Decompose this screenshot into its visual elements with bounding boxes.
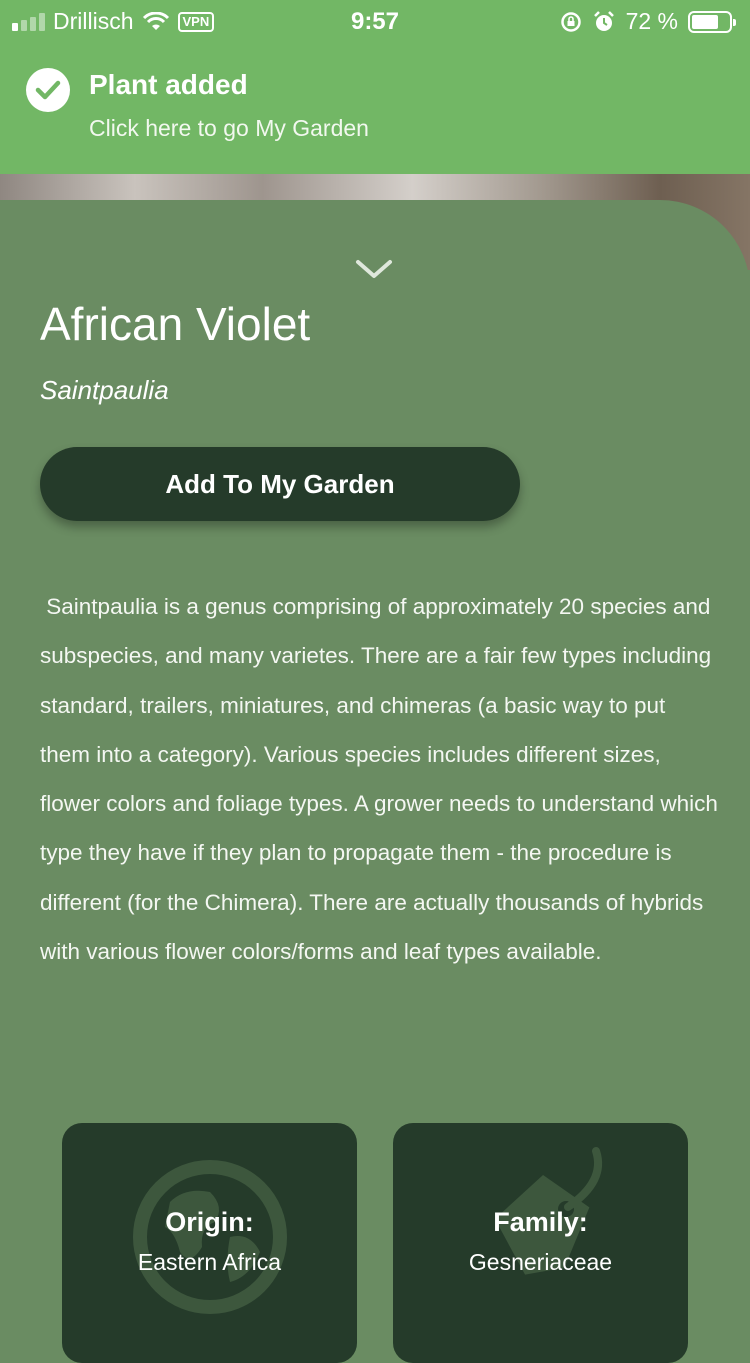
origin-value: Eastern Africa	[137, 1249, 282, 1275]
check-icon	[26, 68, 70, 112]
toast-title: Plant added	[89, 69, 248, 100]
add-to-my-garden-button[interactable]: Add To My Garden	[40, 447, 520, 521]
family-label: Family:	[493, 1207, 588, 1237]
family-value: Gesneriaceae	[468, 1249, 613, 1275]
plant-latin-name: Saintpaulia	[40, 375, 169, 405]
rotation-lock-icon	[560, 11, 581, 32]
origin-label: Origin:	[165, 1207, 254, 1237]
family-card: Family: Gesneriaceae	[393, 1123, 688, 1363]
toast-go-my-garden[interactable]: Plant added Click here to go My Garden	[26, 66, 369, 144]
notification-banner: Drillisch VPN 9:57 72 % Plant added Clic…	[0, 0, 750, 174]
alarm-icon	[593, 10, 614, 31]
origin-card: Origin: Eastern Africa	[62, 1123, 357, 1363]
status-bar: Drillisch VPN 9:57 72 %	[0, 0, 750, 42]
chevron-down-icon[interactable]	[352, 258, 396, 282]
plant-detail-card: African Violet Saintpaulia Add To My Gar…	[0, 200, 750, 1363]
toast-text: Plant added Click here to go My Garden	[89, 66, 369, 144]
toast-subtitle[interactable]: Click here to go My Garden	[89, 112, 369, 144]
status-right: 72 %	[560, 8, 736, 35]
battery-percent: 72 %	[625, 8, 678, 34]
battery-icon	[688, 10, 736, 33]
plant-description: Saintpaulia is a genus comprising of app…	[40, 594, 725, 965]
plant-name: African Violet	[40, 298, 311, 350]
